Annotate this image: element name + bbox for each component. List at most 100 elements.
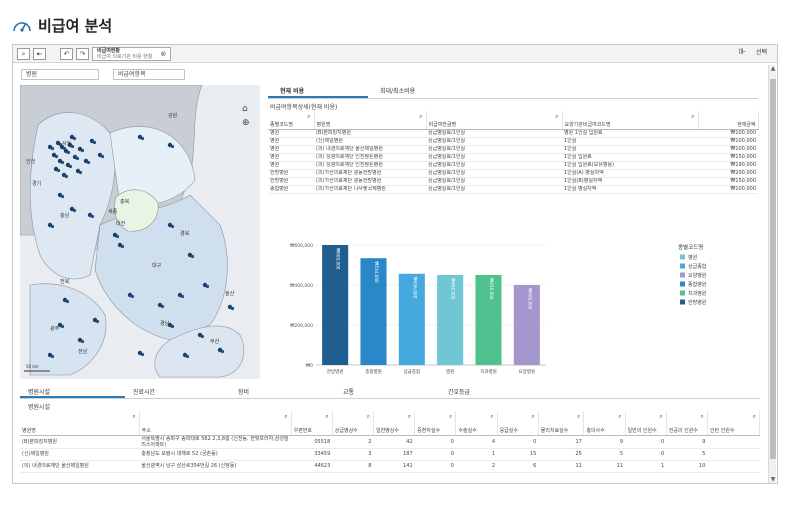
hospital-marker[interactable] [190,254,195,259]
facility-col-header[interactable]: 상급병상수 ⌕ [332,411,374,436]
tab-current-cost[interactable]: 현재 비용 [268,85,368,98]
select-button[interactable]: 선택 [756,47,767,56]
facility-col-header[interactable]: 주소 ⌕ [139,411,292,436]
hospital-marker[interactable] [130,294,135,299]
hospital-marker[interactable] [92,140,97,145]
tab-hours[interactable]: 진료시간 [125,387,230,398]
vertical-scrollbar[interactable]: ▲ ▼ [768,65,776,483]
hospital-marker[interactable] [185,354,190,359]
hospital-marker[interactable] [72,208,77,213]
hospital-marker[interactable] [78,170,83,175]
facility-col-header[interactable]: 일반병상수 ⌕ [373,411,416,436]
hospital-marker[interactable] [80,148,85,153]
close-tab-icon[interactable]: ⊗ [160,50,166,57]
hospital-map[interactable]: 강원 경기 서울 인천 충북 충남 대전 세종 경북 대구 전북 광주 전남 울산 부산 경남 ⌂ ⊕ 50 km [20,85,260,379]
hospital-marker[interactable] [180,294,185,299]
facility-col-header[interactable]: 일반의 인원수 ⌕ [625,411,667,436]
hospital-marker[interactable] [220,349,225,354]
search-icon[interactable]: ⌕ [701,413,704,421]
table-row[interactable]: 병원 (신)제일병원 상급병실료/1인실 1인실 ₩100,000 [268,137,758,146]
hospital-marker[interactable] [170,224,175,229]
hospital-marker[interactable] [230,306,235,311]
hospital-marker[interactable] [120,244,125,249]
col-header-code[interactable]: 요양기관비급여코드명 ⌕ [562,111,699,130]
hospital-marker[interactable] [50,224,55,229]
facility-col-header[interactable]: 인턴 인원수 ⌕ [707,411,761,436]
search-icon[interactable]: ⌕ [555,113,558,121]
tab-facility[interactable]: 병원시설 [20,387,125,398]
search-icon[interactable]: ⌕ [449,413,452,421]
search-icon[interactable]: ⌕ [531,413,534,421]
scroll-down-icon[interactable]: ▼ [769,476,777,483]
search-icon[interactable]: ⌕ [577,413,580,421]
sheet-tab[interactable]: 비급여현황 비급여 의료기관 비용 현황 ⊗ [92,46,172,61]
zoom-icon[interactable]: ⌕ [17,47,30,60]
search-icon[interactable]: ⌕ [691,113,694,121]
col-header-type[interactable]: 종별코드명 ⌕ [268,111,315,130]
tab-equipment[interactable]: 장비 [230,387,335,398]
redo-icon[interactable]: ↷ [76,47,89,60]
hospital-marker[interactable] [160,304,165,309]
facility-col-header[interactable]: 우편번호 ⌕ [291,411,333,436]
hospital-marker[interactable] [65,299,70,304]
hospital-marker[interactable] [64,174,69,179]
search-icon[interactable]: ⌕ [659,413,662,421]
col-header-amount[interactable]: 현재금액 [698,111,759,130]
bookmark-icon[interactable]: ⊪ [739,47,746,56]
search-icon[interactable]: ⌕ [325,413,328,421]
facility-row[interactable]: (신)제일병원 충청남도 보령시 대해로 52 (궁촌동) 33459 3 187 0 1 1… [20,448,760,461]
scroll-thumb[interactable] [770,79,776,459]
hospital-marker[interactable] [205,284,210,289]
home-icon[interactable]: ⌂ [242,104,248,114]
undo-icon[interactable]: ↶ [60,47,73,60]
table-row[interactable]: 병원 (B)본피킹지병원 상급병실료/1인실 병원 1인실 입원료 ₩100,000 [268,129,758,138]
hospital-marker[interactable] [115,234,120,239]
tab-max-min-cost[interactable]: 최대/최소비용 [368,85,468,98]
bar[interactable] [398,273,425,365]
search-icon[interactable]: ⌕ [490,413,493,421]
search-icon[interactable]: ⌕ [132,413,135,421]
bar[interactable] [322,245,349,365]
hospital-marker[interactable] [140,136,145,141]
facility-col-header[interactable]: 수술실수 ⌕ [455,411,498,436]
hospital-marker[interactable] [140,352,145,357]
hospital-marker[interactable] [60,324,65,329]
facility-col-header[interactable]: 물리치료실수 ⌕ [538,411,585,436]
hospital-marker[interactable] [80,339,85,344]
hospital-marker[interactable] [95,319,100,324]
search-icon[interactable]: ⌕ [408,413,411,421]
hospital-marker[interactable] [86,160,91,165]
hospital-marker[interactable] [56,168,61,173]
facility-col-header[interactable]: 총의사수 ⌕ [583,411,626,436]
hospital-marker[interactable] [170,144,175,149]
table-row[interactable]: 병원 (의) 성광의료재단 인천참튼병원 상급병실료/1인실 1인실 입원료(모유병용… [268,161,758,170]
hospital-filter[interactable]: 병원 [21,69,99,80]
tab-transport[interactable]: 교통 [335,387,440,398]
table-row[interactable]: 병원 (의) 성광의료재단 인천참튼병원 상급병실료/1인실 1인실 입원료 ₩150,… [268,153,758,162]
hospital-marker[interactable] [90,214,95,219]
step-back-icon[interactable]: ⇤ [33,47,46,60]
col-header-item[interactable]: 비급여한글명 ⌕ [426,111,563,130]
search-icon[interactable]: ⌕ [367,413,370,421]
hospital-marker[interactable] [170,324,175,329]
facility-row[interactable]: (의) 내경의료재단 울산제일병원 울산광역시 남구 삼산로354번길 26 (신… [20,460,760,473]
search-icon[interactable]: ⌕ [618,413,621,421]
hospital-marker[interactable] [200,334,205,339]
hospital-marker[interactable] [66,150,71,155]
search-icon[interactable]: ⌕ [419,113,422,121]
hospital-marker[interactable] [50,146,55,151]
bar[interactable] [360,258,387,365]
scroll-up-icon[interactable]: ▲ [769,65,777,72]
hospital-marker[interactable] [54,154,59,159]
hospital-marker[interactable] [75,156,80,161]
tab-nursing-grade[interactable]: 간호등급 [440,387,545,398]
hospital-marker[interactable] [50,354,55,359]
facility-row[interactable]: (B)본피킹지병원 서울특별시 송파구 송파대로 562 2,3,8층 (신천동,… [20,435,760,449]
locate-icon[interactable]: ⊕ [242,118,250,128]
bar[interactable] [513,285,540,365]
table-row[interactable]: 한방병원 (의)가산의료재단 광동한방병원 상급병실료/1인실 1인실(B)병실차액 ₩… [268,177,758,186]
bar[interactable] [437,275,464,365]
facility-col-header[interactable]: 전공의 인원수 ⌕ [666,411,708,436]
table-row[interactable]: 병원 (의) 내경의료재단 울산제일병원 상급병실료/1인실 1인실 ₩100,000 [268,145,758,154]
search-icon[interactable]: ⌕ [307,113,310,121]
